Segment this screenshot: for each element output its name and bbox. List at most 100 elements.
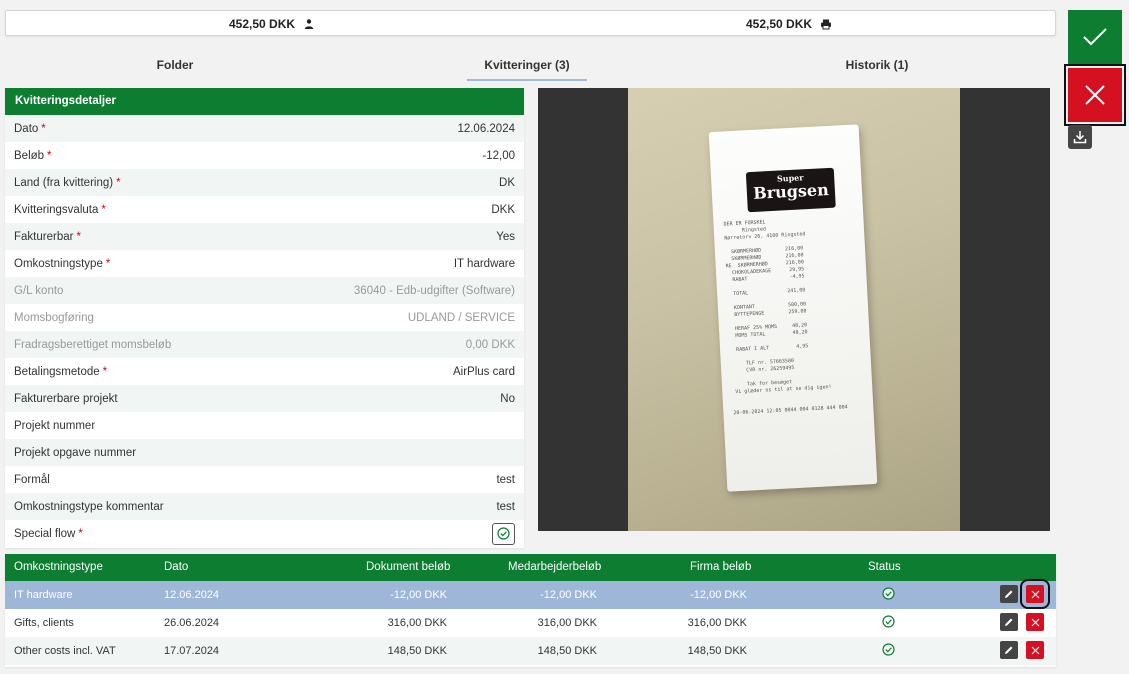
detail-value: AirPlus card (453, 365, 515, 378)
detail-row[interactable]: Beløb * -12,00 (5, 142, 524, 169)
detail-label-text: Kvitteringsvaluta (14, 203, 99, 216)
delete-button[interactable] (1026, 613, 1044, 631)
detail-row[interactable]: Special flow * (5, 520, 524, 547)
detail-label-text: Fakturerbare projekt (14, 392, 118, 405)
cell-document-amount: -12,00 DKK (390, 589, 447, 601)
special-flow-checkbox[interactable] (492, 522, 515, 545)
receipt-photo: Super Brugsen DER ER FORSKEL Ringsted Nø… (628, 88, 960, 531)
table-row[interactable]: Other costs incl. VAT 17.07.2024 148,50 DK… (5, 637, 1056, 665)
table-row[interactable]: IT hardware 12.06.2024 -12,00 DKK -12,00 DK… (5, 579, 1056, 609)
close-icon (1031, 618, 1039, 626)
delete-button[interactable] (1026, 641, 1044, 659)
download-icon (1073, 131, 1087, 144)
detail-label-text: Omkostningstype (14, 257, 103, 270)
detail-label: Dato * (14, 123, 46, 135)
detail-row[interactable]: Dato * 12.06.2024 (5, 115, 524, 142)
receipt-image-viewer[interactable]: Super Brugsen DER ER FORSKEL Ringsted Nø… (538, 88, 1050, 531)
detail-row[interactable]: Fakturerbar * Yes (5, 223, 524, 250)
edit-button[interactable] (1000, 641, 1018, 659)
company-total-amount: 452,50 DKK (746, 17, 813, 31)
detail-value: 0,00 DKK (465, 338, 515, 351)
active-tab-indicator (467, 79, 587, 81)
detail-label: Special flow * (14, 528, 83, 540)
tab-folder[interactable]: Folder (115, 58, 235, 72)
detail-value: -12,00 (482, 149, 515, 162)
receipt-details-header: Kvitteringsdetaljer (5, 88, 524, 115)
col-header-employee-amount: Medarbejderbeløb (508, 561, 602, 573)
edit-button[interactable] (1000, 585, 1018, 603)
check-icon (1083, 28, 1107, 46)
detail-row[interactable]: Land (fra kvittering) * DK (5, 169, 524, 196)
cell-employee-amount: 148,50 DKK (537, 645, 597, 657)
status-ok-icon (882, 643, 895, 659)
detail-value: DK (499, 176, 515, 189)
edit-button[interactable] (1000, 613, 1018, 631)
detail-label: Formål (14, 474, 50, 486)
col-header-document-amount: Dokument beløb (366, 561, 451, 573)
detail-row: Fradragsberettiget momsbeløb 0,00 DKK (5, 331, 524, 358)
totals-bar: 452,50 DKK 452,50 DKK (5, 10, 1056, 36)
detail-label-text: Land (fra kvittering) (14, 176, 114, 189)
reject-button[interactable] (1064, 64, 1126, 126)
store-logo: Super Brugsen (745, 167, 836, 213)
detail-row[interactable]: Fakturerbare projekt No (5, 385, 524, 412)
detail-label-text: Special flow (14, 527, 76, 540)
required-marker: * (105, 257, 111, 270)
approve-button[interactable] (1068, 10, 1122, 64)
company-total: 452,50 DKK (746, 17, 832, 31)
cell-date: 17.07.2024 (164, 645, 220, 657)
detail-label-text: Omkostningstype kommentar (14, 500, 164, 513)
receipt-text: DER ER FORSKEL Ringsted Nørretorv 26, 41… (723, 219, 848, 417)
download-button[interactable] (1068, 125, 1092, 149)
detail-label: Projekt opgave nummer (14, 447, 136, 459)
detail-label: Fradragsberettiget momsbeløb (14, 339, 171, 351)
tab-receipts[interactable]: Kvitteringer (3) (467, 58, 587, 72)
detail-label: Omkostningstype * (14, 258, 110, 270)
detail-row[interactable]: Omkostningstype kommentar test (5, 493, 524, 520)
detail-row[interactable]: Kvitteringsvaluta * DKK (5, 196, 524, 223)
tab-history[interactable]: Historik (1) (817, 58, 937, 72)
table-row[interactable]: Gifts, clients 26.06.2024 316,00 DKK 316,00… (5, 609, 1056, 637)
detail-row[interactable]: Formål test (5, 466, 524, 493)
detail-label-text: Momsbogføring (14, 311, 94, 324)
detail-value: No (500, 392, 515, 405)
detail-label: Betalingsmetode * (14, 366, 107, 378)
employee-total: 452,50 DKK (229, 17, 315, 31)
detail-value: UDLAND / SERVICE (407, 311, 515, 324)
detail-row[interactable]: Omkostningstype * IT hardware (5, 250, 524, 277)
col-header-status: Status (868, 561, 901, 573)
detail-row[interactable]: Projekt opgave nummer (5, 439, 524, 466)
required-marker: * (116, 176, 121, 189)
required-marker: * (102, 365, 108, 378)
close-icon (1031, 590, 1039, 598)
col-header-company-amount: Firma beløb (690, 561, 752, 573)
detail-value: 12.06.2024 (457, 122, 515, 135)
detail-label: G/L konto (14, 285, 63, 297)
detail-value: 36040 - Edb-udgifter (Software) (353, 284, 515, 297)
col-header-type: Omkostningstype (14, 561, 103, 573)
detail-row: G/L konto 36040 - Edb-udgifter (Software) (5, 277, 524, 304)
status-ok-icon (882, 587, 895, 603)
required-marker: * (78, 527, 83, 540)
delete-button[interactable] (1020, 579, 1050, 609)
detail-label-text: Fakturerbar (14, 230, 74, 243)
detail-label-text: Beløb (14, 149, 45, 162)
printer-icon (821, 19, 832, 30)
detail-row[interactable]: Projekt nummer (5, 412, 524, 439)
detail-row[interactable]: Betalingsmetode * AirPlus card (5, 358, 524, 385)
detail-label: Kvitteringsvaluta * (14, 204, 106, 216)
cell-company-amount: -12,00 DKK (690, 589, 747, 601)
detail-row: Momsbogføring UDLAND / SERVICE (5, 304, 524, 331)
required-marker: * (76, 230, 81, 243)
cell-type: Other costs incl. VAT (14, 645, 116, 657)
cell-document-amount: 316,00 DKK (387, 617, 447, 629)
detail-value: DKK (491, 203, 515, 216)
cell-type: Gifts, clients (14, 617, 74, 629)
receipt-details-rows: Dato * 12.06.2024 Beløb * -12,00 Land (fra kvi… (5, 115, 524, 547)
detail-value: Yes (496, 230, 515, 243)
detail-label: Fakturerbar * (14, 231, 81, 243)
required-marker: * (47, 149, 52, 162)
cell-document-amount: 148,50 DKK (387, 645, 447, 657)
status-ok-icon (882, 615, 895, 631)
detail-value: test (496, 473, 515, 486)
